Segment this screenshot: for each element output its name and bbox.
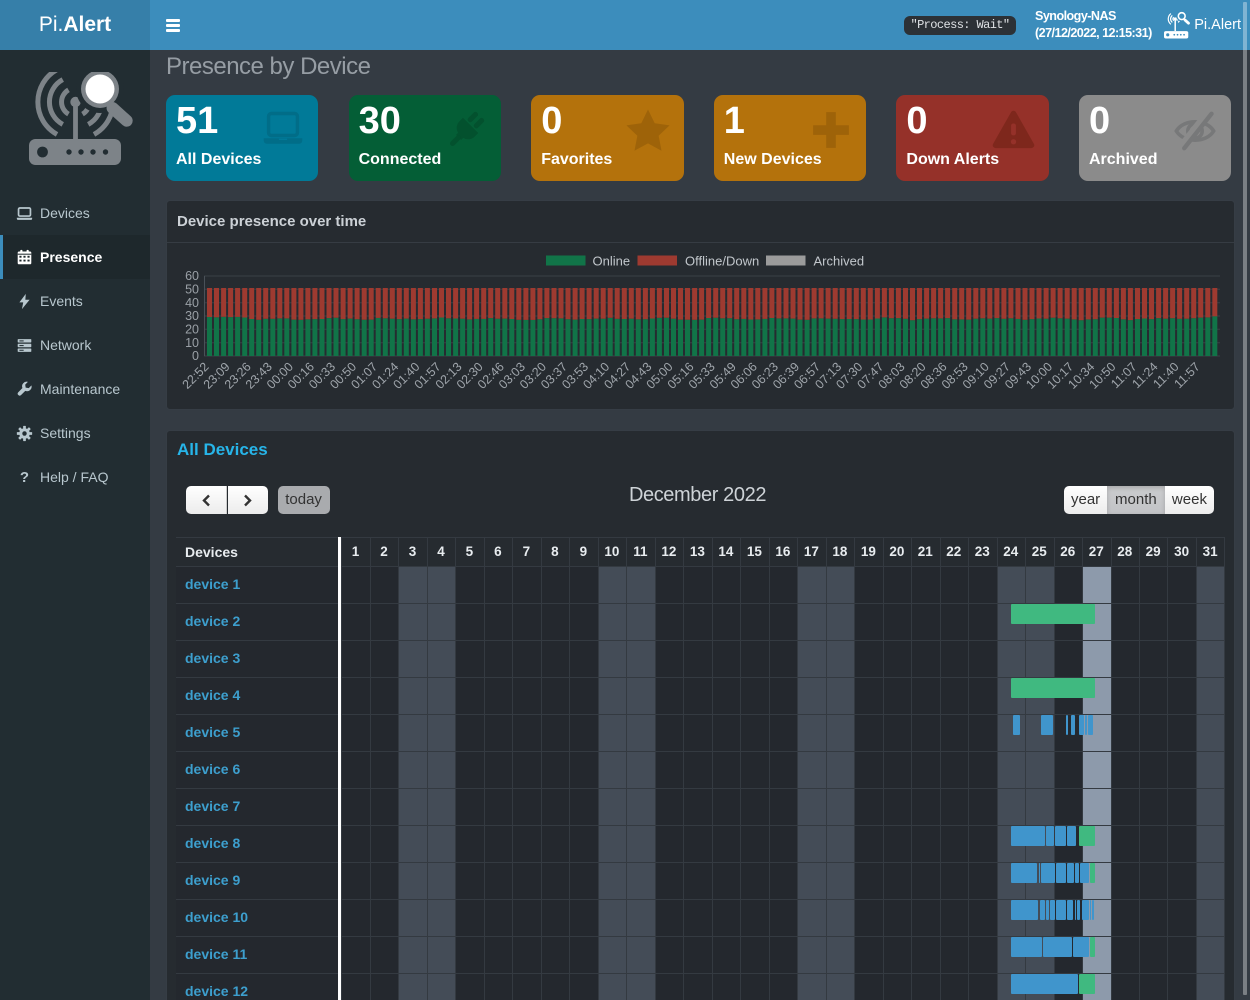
svg-text:50: 50 — [185, 283, 199, 297]
svg-text:30: 30 — [185, 309, 199, 323]
svg-text:10: 10 — [185, 336, 199, 350]
svg-text:0: 0 — [192, 349, 199, 363]
svg-text:40: 40 — [185, 296, 199, 310]
svg-text:60: 60 — [185, 269, 199, 283]
svg-text:20: 20 — [185, 323, 199, 337]
